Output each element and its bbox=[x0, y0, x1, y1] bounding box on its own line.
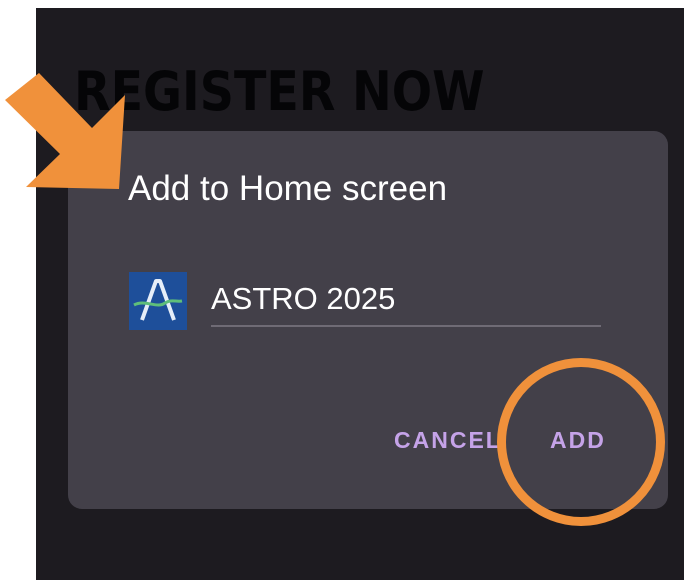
arrow-icon bbox=[5, 73, 125, 189]
circle-highlight bbox=[497, 358, 665, 526]
cancel-button[interactable]: CANCEL bbox=[394, 427, 502, 454]
astro-logo-icon bbox=[129, 272, 187, 330]
dialog-title: Add to Home screen bbox=[128, 169, 448, 208]
app-name-input[interactable] bbox=[211, 277, 601, 327]
